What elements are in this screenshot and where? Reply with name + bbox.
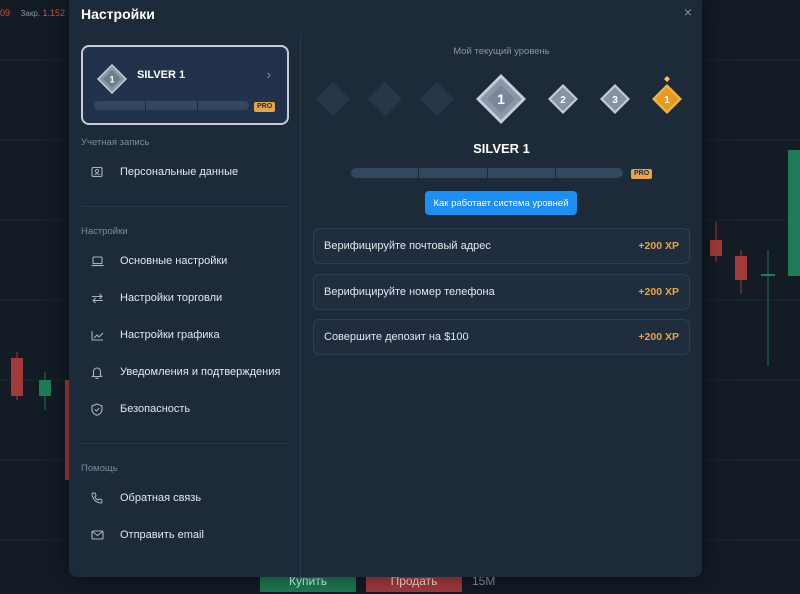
- ticker-close: 1.152: [42, 8, 66, 18]
- svg-text:1: 1: [109, 75, 114, 85]
- current-level-icon: 1: [476, 74, 526, 124]
- menu-item-label: Отправить email: [120, 529, 204, 541]
- level-card-name: SILVER 1: [137, 69, 186, 81]
- locked-level-icon: [316, 82, 454, 116]
- menu-item-trade-settings[interactable]: Настройки торговли: [81, 284, 289, 312]
- level-card-progress: [94, 101, 249, 110]
- how-levels-work-button[interactable]: Как работает система уровней: [425, 191, 577, 215]
- trade-arrows-icon: [89, 290, 105, 306]
- task-xp: +200 XP: [638, 240, 679, 252]
- task-verify-email[interactable]: Верифицируйте почтовый адрес +200 XP: [313, 228, 690, 264]
- modal-title: Настройки: [81, 6, 155, 22]
- chevron-right-icon: ›: [266, 67, 271, 82]
- divider: [81, 443, 289, 444]
- phone-icon: [89, 490, 105, 506]
- svg-text:1: 1: [497, 91, 505, 107]
- settings-modal: Настройки × 1 SILVER 1 › PRO Учетная зап…: [69, 0, 702, 577]
- menu-item-label: Безопасность: [120, 403, 191, 415]
- menu-item-feedback[interactable]: Обратная связь: [81, 484, 289, 512]
- level-card[interactable]: 1 SILVER 1 › PRO: [81, 45, 289, 125]
- pro-badge: PRO: [631, 169, 653, 179]
- settings-sidebar: 1 SILVER 1 › PRO Учетная запись Персонал…: [69, 28, 300, 577]
- task-deposit[interactable]: Совершите депозит на $100 +200 XP: [313, 319, 690, 355]
- menu-item-security[interactable]: Безопасность: [81, 395, 289, 423]
- task-label: Совершите депозит на $100: [324, 331, 469, 343]
- user-card-icon: [89, 164, 105, 180]
- svg-text:3: 3: [612, 95, 618, 106]
- task-xp: +200 XP: [638, 286, 679, 298]
- current-level-label: Мой текущий уровень: [453, 46, 550, 57]
- shield-icon: [89, 401, 105, 417]
- menu-item-label: Настройки торговли: [120, 292, 223, 304]
- silver-2-level-icon: 2: [548, 84, 578, 114]
- ticker: 09 Закр. 1.152: [0, 8, 65, 18]
- silver-badge-icon: 1: [97, 64, 127, 94]
- ticker-label: Закр.: [20, 9, 40, 18]
- gold-1-level-icon: 1: [652, 76, 682, 114]
- level-track: 1 2 3 1: [316, 74, 682, 124]
- level-panel: Мой текущий уровень 1 2 3 1 SILVER 1 PRO…: [301, 28, 702, 577]
- menu-item-label: Основные настройки: [120, 255, 228, 267]
- menu-item-chart-settings[interactable]: Настройки графика: [81, 321, 289, 349]
- task-label: Верифицируйте номер телефона: [324, 286, 495, 298]
- menu-item-personal-data[interactable]: Персональные данные: [81, 158, 289, 186]
- help-section-label: Помощь: [81, 463, 118, 474]
- ticker-value: 09: [0, 8, 11, 18]
- task-xp: +200 XP: [638, 331, 679, 343]
- svg-text:1: 1: [664, 95, 670, 106]
- menu-item-label: Персональные данные: [120, 166, 239, 178]
- menu-item-label: Настройки графика: [120, 329, 220, 341]
- menu-item-label: Обратная связь: [120, 492, 202, 504]
- current-level-name: SILVER 1: [473, 141, 530, 156]
- task-verify-phone[interactable]: Верифицируйте номер телефона +200 XP: [313, 274, 690, 310]
- close-icon[interactable]: ×: [684, 4, 692, 20]
- menu-item-label: Уведомления и подтверждения: [120, 366, 281, 378]
- mail-icon: [89, 527, 105, 543]
- bell-icon: [89, 364, 105, 380]
- divider: [81, 206, 289, 207]
- account-section-label: Учетная запись: [81, 137, 150, 148]
- chart-line-icon: [89, 327, 105, 343]
- svg-text:2: 2: [560, 95, 566, 106]
- pro-badge: PRO: [254, 102, 276, 112]
- menu-item-send-email[interactable]: Отправить email: [81, 521, 289, 549]
- task-label: Верифицируйте почтовый адрес: [324, 240, 491, 252]
- silver-3-level-icon: 3: [600, 84, 630, 114]
- menu-item-notifications[interactable]: Уведомления и подтверждения: [81, 358, 289, 386]
- settings-section-label: Настройки: [81, 226, 128, 237]
- level-progress-bar: [351, 168, 623, 178]
- menu-item-general-settings[interactable]: Основные настройки: [81, 247, 289, 275]
- laptop-icon: [89, 253, 105, 269]
